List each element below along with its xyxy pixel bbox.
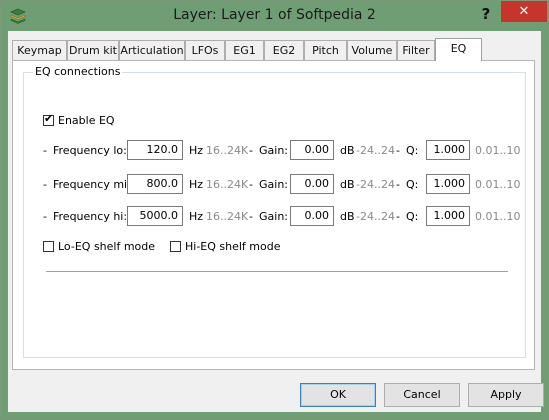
gain-range: -24..24 [356, 144, 395, 157]
enable-eq-label: Enable EQ [58, 114, 115, 127]
gain-lo-label: Gain: [259, 144, 288, 157]
tab-eg1[interactable]: EG1 [225, 40, 264, 60]
enable-eq-checkbox[interactable]: ✔ [43, 112, 54, 126]
gain-hi-input[interactable]: 0.00 [290, 206, 334, 226]
hz-unit: Hz [189, 144, 204, 157]
frequency-mi-input[interactable]: 800.0 [127, 174, 183, 194]
ok-button[interactable]: OK [300, 383, 376, 407]
tab-drum-kit[interactable]: Drum kit [67, 40, 119, 60]
freq-range: 16..24K [206, 178, 249, 191]
row-dash: - [249, 178, 253, 191]
frequency-mi-label: Frequency mi: [53, 178, 131, 191]
q-range: 0.01..10 [475, 144, 521, 157]
gain-mi-input[interactable]: 0.00 [290, 174, 334, 194]
eq-panel: EQ connections ✔ Enable EQ - Frequency l… [12, 60, 535, 370]
q-hi-input[interactable]: 1.000 [426, 206, 470, 226]
row-dash: - [43, 210, 47, 223]
q-mi-label: Q: [406, 178, 419, 191]
q-mi-input[interactable]: 1.000 [426, 174, 470, 194]
q-lo-label: Q: [406, 144, 419, 157]
tab-eq[interactable]: EQ [435, 38, 482, 61]
db-unit: dB [340, 178, 355, 191]
row-dash: - [396, 178, 400, 191]
q-hi-label: Q: [406, 210, 419, 223]
apply-button[interactable]: Apply [468, 383, 544, 407]
hz-unit: Hz [189, 178, 204, 191]
eq-connections-label: EQ connections [33, 65, 123, 78]
q-range: 0.01..10 [475, 178, 521, 191]
tab-lfos[interactable]: LFOs [185, 40, 225, 60]
help-button[interactable]: ? [471, 3, 501, 25]
tab-volume[interactable]: Volume [347, 40, 397, 60]
db-unit: dB [340, 144, 355, 157]
gain-lo-input[interactable]: 0.00 [290, 140, 334, 160]
separator-line [46, 271, 508, 272]
tab-articulation[interactable]: Articulation [119, 40, 185, 60]
row-dash: - [396, 210, 400, 223]
close-button[interactable]: ✕ [501, 1, 547, 22]
gain-mi-label: Gain: [259, 178, 288, 191]
gain-range: -24..24 [356, 210, 395, 223]
frequency-lo-input[interactable]: 120.0 [127, 140, 183, 160]
dialog-client: Keymap Drum kit Articulation LFOs EG1 EG… [8, 31, 544, 412]
frequency-lo-label: Frequency lo: [53, 144, 127, 157]
tab-filter[interactable]: Filter [397, 40, 435, 60]
q-lo-input[interactable]: 1.000 [426, 140, 470, 160]
check-icon: ✔ [44, 112, 54, 125]
hi-eq-shelf-checkbox[interactable] [170, 241, 181, 252]
frequency-hi-input[interactable]: 5000.0 [127, 206, 183, 226]
gain-range: -24..24 [356, 178, 395, 191]
row-dash: - [43, 144, 47, 157]
cancel-button[interactable]: Cancel [384, 383, 460, 407]
row-dash: - [43, 178, 47, 191]
row-dash: - [249, 144, 253, 157]
row-dash: - [396, 144, 400, 157]
freq-range: 16..24K [206, 210, 249, 223]
dialog-window: Layer: Layer 1 of Softpedia 2 ? ✕ Keymap… [0, 0, 549, 420]
row-dash: - [249, 210, 253, 223]
tab-eg2[interactable]: EG2 [264, 40, 304, 60]
lo-eq-shelf-label: Lo-EQ shelf mode [58, 240, 156, 253]
window-title: Layer: Layer 1 of Softpedia 2 [173, 7, 376, 23]
frequency-hi-label: Frequency hi: [53, 210, 128, 223]
lo-eq-shelf-checkbox[interactable] [43, 241, 54, 252]
tab-pitch[interactable]: Pitch [304, 40, 347, 60]
title-bar[interactable]: Layer: Layer 1 of Softpedia 2 ? ✕ [1, 1, 548, 31]
hz-unit: Hz [189, 210, 204, 223]
gain-hi-label: Gain: [259, 210, 288, 223]
db-unit: dB [340, 210, 355, 223]
hi-eq-shelf-label: Hi-EQ shelf mode [185, 240, 281, 253]
freq-range: 16..24K [206, 144, 249, 157]
q-range: 0.01..10 [475, 210, 521, 223]
tab-keymap[interactable]: Keymap [12, 40, 67, 60]
